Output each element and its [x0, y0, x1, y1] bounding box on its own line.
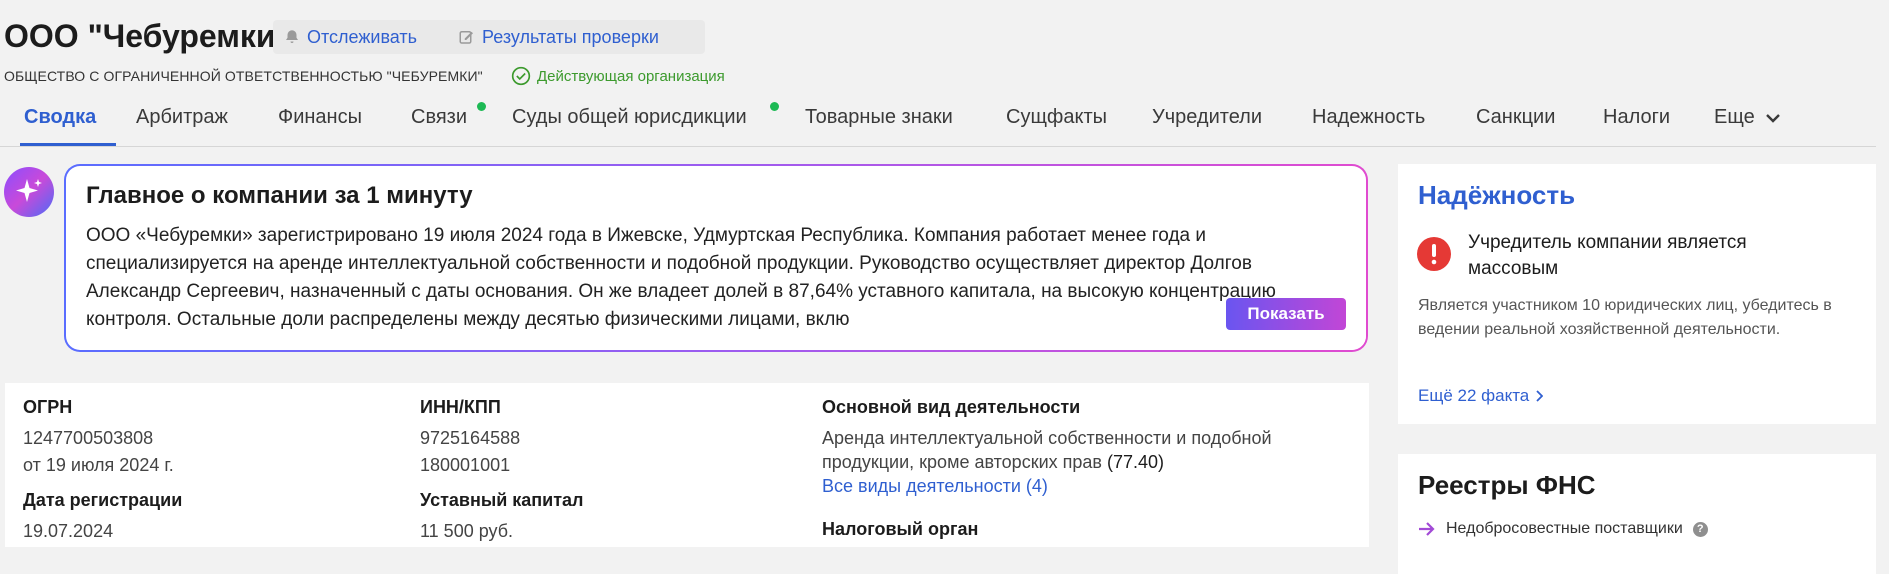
ogrn-value: 1247700503808	[23, 428, 154, 448]
bell-icon	[286, 30, 298, 43]
warning-icon	[1417, 237, 1451, 271]
help-icon[interactable]: ?	[1692, 521, 1708, 537]
chevron-down-icon	[1765, 113, 1780, 123]
tab-sanctions[interactable]: Санкции	[1476, 98, 1555, 144]
tab-summary[interactable]: Сводка	[19, 98, 117, 146]
capital-label: Уставный капитал	[420, 490, 584, 510]
new-indicator-dot	[770, 102, 779, 111]
tab-arbitration[interactable]: Арбитраж	[136, 98, 228, 144]
status-text: Действующая организация	[537, 67, 725, 85]
track-button[interactable]: Отслеживать	[273, 20, 458, 54]
tab-courts[interactable]: Суды общей юрисдикции	[512, 98, 779, 144]
ai-summary-card: Главное о компании за 1 минуту ООО «Чебу…	[64, 164, 1368, 352]
fns-item-unfair-suppliers[interactable]: Недобросовестные поставщики ?	[1418, 520, 1708, 538]
legal-name: ОБЩЕСТВО С ОГРАНИЧЕННОЙ ОТВЕТСТВЕННОСТЬЮ…	[4, 68, 483, 84]
show-more-button[interactable]: Показать	[1226, 298, 1346, 330]
activity-label: Основной вид деятельности	[822, 397, 1081, 417]
check-results-label: Результаты проверки	[482, 26, 659, 47]
check-results-button[interactable]: Результаты проверки	[448, 20, 705, 54]
reliability-title[interactable]: Надёжность	[1418, 180, 1575, 211]
company-title: ООО "Чебуремки"	[4, 18, 291, 54]
tax-authority-label: Налоговый орган	[822, 519, 979, 539]
capital-value: 11 500 руб.	[420, 521, 514, 541]
chevron-right-icon	[1536, 390, 1544, 402]
tab-connections[interactable]: Связи	[411, 98, 486, 144]
reliability-card: Надёжность Учредитель компании является …	[1398, 164, 1876, 424]
activity-line2: продукции, кроме авторских прав (77.40)	[822, 452, 1165, 472]
tab-founders[interactable]: Учредители	[1152, 98, 1262, 144]
all-activities-link[interactable]: Все виды деятельности (4)	[822, 473, 1048, 500]
activity-line1: Аренда интеллектуальной собственности и …	[822, 428, 1272, 448]
company-info-panel: ОГРН 1247700503808 от 19 июля 2024 г. Да…	[5, 383, 1369, 547]
edit-icon	[459, 31, 473, 44]
tab-taxes[interactable]: Налоги	[1603, 98, 1670, 144]
new-indicator-dot	[477, 102, 486, 111]
tab-trademarks[interactable]: Товарные знаки	[805, 98, 953, 144]
tab-reliability[interactable]: Надежность	[1312, 98, 1425, 144]
fns-registers-card: Реестры ФНС Недобросовестные поставщики …	[1398, 454, 1876, 574]
ogrn-date: от 19 июля 2024 г.	[23, 455, 174, 475]
inn-kpp-label: ИНН/КПП	[420, 397, 501, 417]
check-circle-icon	[511, 66, 531, 86]
reg-date-label: Дата регистрации	[23, 490, 183, 510]
arrow-right-icon	[1419, 522, 1435, 536]
warning-description: Является участником 10 юридических лиц, …	[1418, 297, 1832, 338]
ai-summary-title: Главное о компании за 1 минуту	[86, 182, 473, 209]
tab-finance[interactable]: Финансы	[278, 98, 362, 144]
fns-title: Реестры ФНС	[1418, 470, 1596, 500]
reg-date-value: 19.07.2024	[23, 521, 114, 541]
tab-bar: Сводка Арбитраж Финансы Связи Суды общей…	[0, 98, 1876, 147]
ai-sparkle-icon	[4, 167, 54, 217]
activity-code: (77.40)	[1106, 452, 1165, 472]
kpp-value: 180001001	[420, 455, 511, 475]
tab-more[interactable]: Еще	[1714, 98, 1781, 144]
inn-value: 9725164588	[420, 428, 521, 448]
status-badge: Действующая организация	[511, 66, 725, 86]
track-label: Отслеживать	[307, 26, 418, 47]
warning-headline: Учредитель компании является массовым	[1468, 232, 1747, 279]
tab-facts[interactable]: Сущфакты	[1006, 98, 1107, 144]
ogrn-label: ОГРН	[23, 397, 73, 417]
more-facts-link[interactable]: Ещё 22 факта	[1418, 386, 1544, 406]
